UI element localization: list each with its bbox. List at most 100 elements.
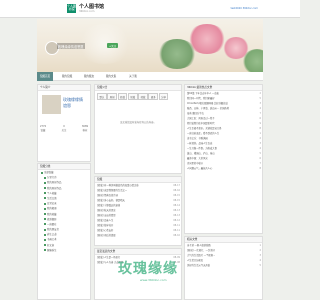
site-domain: 360doc.com <box>79 10 95 13</box>
articles-item-title[interactable]: [原创] 雨后的清晨 <box>97 234 116 237</box>
nav-my-anthology[interactable]: 我的文集 <box>103 72 119 81</box>
hot-item-title[interactable]: 一直往前面走，看不到底的人生 <box>187 132 219 135</box>
site-logo[interactable]: 个人图书馆 <box>67 4 76 13</box>
folder-icon <box>44 249 46 252</box>
category-item-label: 书画艺术 <box>47 238 57 242</box>
notice-panel: 馆藏公告 默认 原创 转载 转载 转载 更多 分享 该文章馆没有发布任何公告内容。 <box>94 84 182 174</box>
notice-tab[interactable]: 原创 <box>107 93 118 100</box>
articles-item-title[interactable]: [原创] 秋天的思念 <box>97 209 116 212</box>
category-item-label: 万里行诗 <box>47 176 57 180</box>
more_section-item-title[interactable]: [转载] 人生是一场修行 <box>97 256 120 259</box>
category-item-label: 健康养生 <box>47 248 57 252</box>
articles-item-title[interactable]: [转载] 品味人生 <box>97 219 113 222</box>
hot-item[interactable]: 人间烟火气，最抚凡人心 8 <box>185 166 262 171</box>
category-item-label: 我的原创作品 <box>47 181 62 185</box>
hot-item-title[interactable]: 诗词里的中秋节 <box>187 162 203 165</box>
watermark-text: 玫瑰缘缘 <box>118 261 178 277</box>
folder-icon <box>44 197 46 200</box>
folder-icon <box>44 192 46 195</box>
articles-item-title[interactable]: [转载] 有一种美叫做蓝色的寂寞心情文章 <box>97 184 139 187</box>
related-item-title[interactable]: 亲子游 一家人旅游线路 <box>187 244 211 247</box>
notice-tab[interactable]: 转载 <box>117 93 128 100</box>
hot-item-title[interactable]: 人生幸福不复杂，关键就是这几条 <box>187 127 221 130</box>
folder-icon <box>44 213 46 215</box>
profile-panel: 个人简介 玫瑰缘缘情谊恩 2770 馆藏 0 关注 3689 粉丝 <box>37 84 91 162</box>
hot-item-title[interactable]: 最美中国：大美风光 <box>187 157 208 160</box>
notice-tab[interactable]: 默认 <box>97 93 107 100</box>
notice-tab[interactable]: 更多 <box>148 93 159 100</box>
related-item-title[interactable]: 美好的生活从今天开始 <box>187 264 210 267</box>
category-item[interactable]: 健康养生 <box>38 248 90 253</box>
site-header: 个人图书馆 个人图书馆 360doc.com test2020 360doc.c… <box>0 0 300 18</box>
category-list: 全部馆藏 万里行诗 我的原创作品 我的原创作品 个人收藏 生活点滴 日常记录 我的相册 我的收藏… <box>38 170 90 253</box>
hot-panel: 360doc最新热点文章 第62集 下年比去年中人 一览表 2 我们同一时代、我们家… <box>184 84 263 234</box>
related-list: 亲子游 一家人旅游线路 1 [原创] 一次旅行、一次美好 2 大气的生活照片 一个视角.… <box>185 243 262 268</box>
category-item-label: 生活点滴 <box>47 196 57 200</box>
hot-list: 第62集 下年比去年中人 一览表 2 我们同一时代、我们家最好 5 ChinaTech/… <box>185 91 262 171</box>
hot-item-title[interactable]: 他们说我们在中国是新时代 <box>187 122 215 125</box>
related-item-title[interactable]: [原创] 一次旅行、一次美好 <box>187 249 215 252</box>
folder-icon <box>44 223 46 226</box>
folder-icon <box>44 202 46 205</box>
hot-item-title[interactable]: 陕西、吉林、宁夏省、延边州... 全国各地 <box>187 107 229 110</box>
articles-item-title[interactable]: [转载] 身心安好，便是晴天 <box>97 199 125 202</box>
articles-item[interactable]: [原创] 雨后的清晨 08-10 <box>95 233 181 238</box>
notice-tab[interactable]: 转载 <box>138 93 148 100</box>
notice-tab[interactable]: 转载 <box>127 93 138 100</box>
folder-icon <box>44 207 46 210</box>
category-item-label: 旅游摄影 <box>47 217 57 221</box>
notice-tab[interactable]: 分享 <box>158 93 169 100</box>
folder-icon <box>44 187 46 190</box>
profile-name[interactable]: 玫瑰缘缘情谊恩 <box>63 97 83 109</box>
hot-item-meta: 8 <box>259 167 261 170</box>
articles-item-title[interactable]: [转载] 宁静致远的意境 <box>97 204 120 207</box>
folder-icon <box>44 238 46 241</box>
related-item-title[interactable]: 大气的生活照片 一个视角... <box>187 254 215 257</box>
related-item[interactable]: 美好的生活从今天开始 5 <box>185 263 262 268</box>
articles-item-title[interactable]: [原创] 淡淡的情思 <box>97 214 116 217</box>
category-item-label: 我的原创作品 <box>47 186 62 190</box>
hot-item-title[interactable]: 第62集 下年比去年中人 一览表 <box>187 92 219 95</box>
category-item-label: 养生之道 <box>47 233 57 237</box>
profile-banner: 玫瑰缘缘情谊恩愿 +关注 <box>37 19 263 72</box>
articles-item-title[interactable]: [原创] 经典百首诗词 <box>97 194 118 197</box>
hot-item-title[interactable]: 读书之乐：书香满园 <box>187 137 208 140</box>
articles-item-meta: 08-10 <box>173 234 180 237</box>
nav-about-me[interactable]: 关于我 <box>125 72 141 81</box>
hot-item-title[interactable]: 海南 鹿回头半岛 <box>187 112 204 115</box>
stat-following[interactable]: 0 关注 <box>62 125 67 132</box>
profile-stats: 2770 馆藏 0 关注 3689 粉丝 <box>40 125 88 132</box>
hot-item-title[interactable]: 黄山、峨眉山、庐山、泰山 <box>187 152 215 155</box>
hot-item-title[interactable]: ChinaTech/相关图源网络 比较详细总结 <box>187 102 228 105</box>
folder-icon <box>44 228 46 231</box>
category-item-label: 我的收藏 <box>47 212 57 216</box>
articles-item-title[interactable]: [转载] 独享花开 <box>97 224 113 227</box>
stat-collection[interactable]: 2770 馆藏 <box>40 125 46 132</box>
hot-item-title[interactable]: 一生只做一件事，方能成大事 <box>187 147 217 150</box>
articles-item-title[interactable]: [转载] 这是我想要的生活之一 <box>97 189 127 192</box>
stat-fans[interactable]: 3689 粉丝 <box>82 125 88 132</box>
profile-avatar[interactable] <box>42 95 61 114</box>
related-panel: 相关文章 亲子游 一家人旅游线路 1 [原创] 一次旅行、一次美好 2 大气的生活照片 … <box>184 236 263 300</box>
article-list: [转载] 有一种美叫做蓝色的寂寞心情文章 08-17 [转载] 这是我想要的生活之一… <box>95 183 181 238</box>
articles-item-title[interactable]: [转载] 心若安好 <box>97 229 113 232</box>
hot-item-title[interactable]: 一杯清茶，品味人生百态 <box>187 142 212 145</box>
category-item-label: 一直都在 <box>47 222 57 226</box>
category-panel: 馆藏分类 全部馆藏 万里行诗 我的原创作品 我的原创作品 个人收藏 生活点滴 日常记录 我的相… <box>37 163 91 300</box>
nav-my-collection[interactable]: 我的馆藏 <box>59 72 75 81</box>
nav-my-friends[interactable]: 我的藏友 <box>81 72 97 81</box>
nav-home[interactable]: 馆藏首页 <box>37 72 53 81</box>
category-item-label: 个人收藏 <box>47 191 57 195</box>
follow-button[interactable]: +关注 <box>107 43 119 48</box>
folder-icon <box>44 233 46 236</box>
category-item-label: 全部馆藏 <box>44 171 54 174</box>
notice-tabs: 默认 原创 转载 转载 转载 更多 分享 <box>95 91 181 102</box>
related-item-title[interactable]: 人生若只如初见 <box>187 259 203 262</box>
header-user-link[interactable]: test2020 360doc.com <box>231 7 258 10</box>
empty-notice-text: 该文章馆没有发布任何公告内容。 <box>120 121 156 124</box>
hot-item-title[interactable]: 我们同一时代、我们家最好 <box>187 97 215 100</box>
hot-item-title[interactable]: 大国工匠：风雨走过一辈子 <box>187 117 215 120</box>
site-name[interactable]: 个人图书馆 <box>79 3 104 10</box>
category-item-label: 日常记录 <box>47 202 57 206</box>
hot-item-title[interactable]: 人间烟火气，最抚凡人心 <box>187 167 212 170</box>
